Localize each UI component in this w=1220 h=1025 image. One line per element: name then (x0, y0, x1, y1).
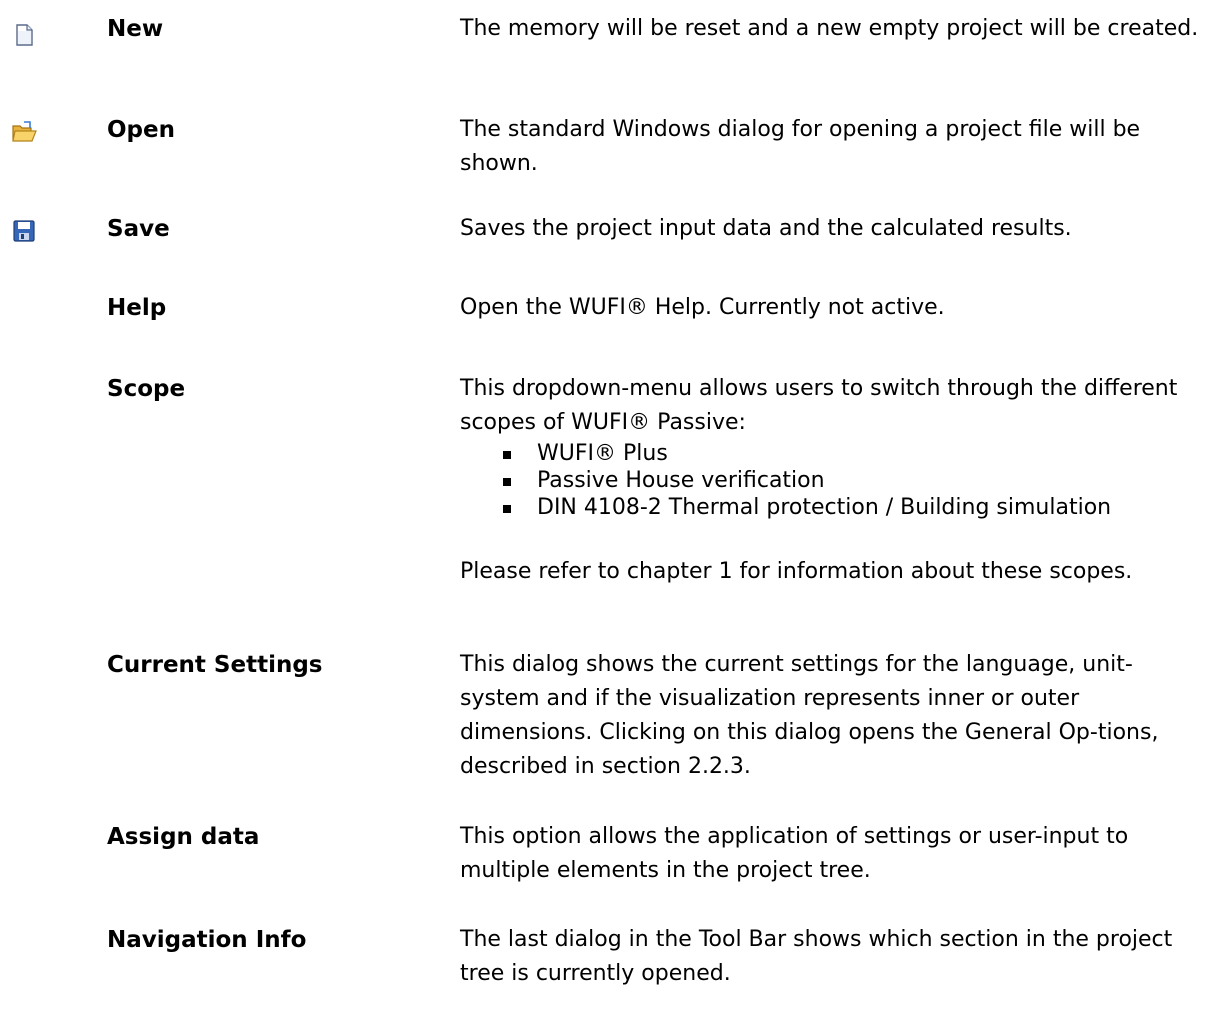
description-scope-text: This dropdown-menu allows users to switc… (460, 376, 1178, 435)
term-help: Help (107, 295, 167, 321)
scope-list-item: Passive House verification (503, 467, 1200, 494)
description-assign-data-text: This option allows the application of se… (460, 824, 1129, 883)
description-save-text: Saves the project input data and the cal… (460, 216, 1072, 241)
description-help-text: Open the WUFI® Help. Currently not activ… (460, 295, 945, 320)
scope-note: Please refer to chapter 1 for informatio… (460, 559, 1133, 584)
description-open-text: The standard Windows dialog for opening … (460, 117, 1141, 176)
description-help: Open the WUFI® Help. Currently not activ… (460, 291, 1200, 325)
term-assign-data: Assign data (107, 824, 260, 850)
description-navigation-info: The last dialog in the Tool Bar shows wh… (460, 923, 1200, 991)
scope-list-item: WUFI® Plus (503, 440, 1200, 467)
term-current-settings: Current Settings (107, 652, 323, 678)
description-assign-data: This option allows the application of se… (460, 820, 1200, 888)
description-current-settings: This dialog shows the current settings f… (460, 648, 1200, 784)
description-navigation-info-text: The last dialog in the Tool Bar shows wh… (460, 927, 1173, 986)
description-new-text: The memory will be reset and a new empty… (460, 16, 1199, 41)
term-open: Open (107, 117, 175, 143)
open-folder-icon (12, 121, 37, 142)
description-current-settings-text: This dialog shows the current settings f… (460, 652, 1159, 779)
save-disk-icon (13, 220, 35, 242)
description-new: The memory will be reset and a new empty… (460, 12, 1200, 46)
scope-list-item: DIN 4108-2 Thermal protection / Building… (503, 494, 1200, 521)
description-scope: This dropdown-menu allows users to switc… (460, 372, 1200, 589)
term-scope: Scope (107, 376, 186, 402)
term-navigation-info: Navigation Info (107, 927, 307, 953)
new-document-icon (16, 24, 33, 46)
scope-list: WUFI® Plus Passive House verification DI… (460, 440, 1200, 521)
description-open: The standard Windows dialog for opening … (460, 113, 1200, 181)
term-new: New (107, 16, 164, 42)
description-save: Saves the project input data and the cal… (460, 212, 1200, 246)
term-save: Save (107, 216, 170, 242)
